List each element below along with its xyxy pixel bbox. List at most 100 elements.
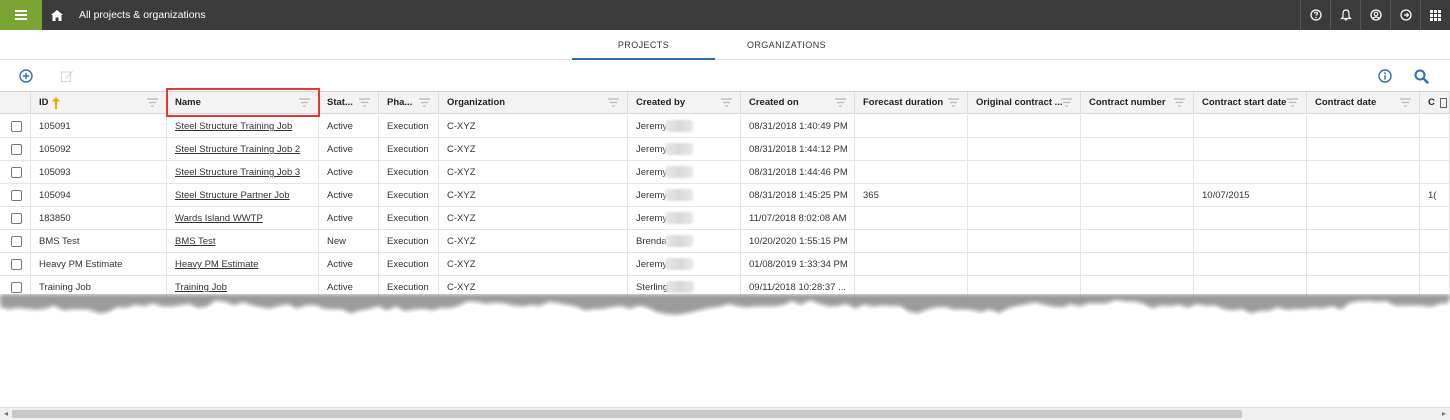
column-filter-icon[interactable] <box>948 98 959 108</box>
column-header-created-by[interactable]: Created by <box>628 92 741 114</box>
column-filter-icon[interactable] <box>1174 98 1185 108</box>
cell-more <box>1420 161 1450 184</box>
project-name-link[interactable]: BMS Test <box>175 236 215 247</box>
column-filter-icon[interactable] <box>721 98 732 108</box>
column-chooser-icon[interactable] <box>1440 98 1447 108</box>
redacted-surname <box>664 235 693 248</box>
column-header-contract-start-date[interactable]: Contract start date <box>1194 92 1307 114</box>
cell-organization: C-XYZ <box>439 230 628 253</box>
column-filter-icon[interactable] <box>608 98 619 108</box>
cell-forecast-duration <box>855 253 968 276</box>
row-checkbox[interactable] <box>11 213 22 224</box>
logout-button[interactable] <box>1390 0 1420 30</box>
user-profile-button[interactable] <box>1360 0 1390 30</box>
row-checkbox[interactable] <box>11 144 22 155</box>
column-filter-icon[interactable] <box>1061 98 1072 108</box>
cell-more <box>1420 115 1450 138</box>
column-header-organization[interactable]: Organization <box>439 92 628 114</box>
column-filter-icon[interactable] <box>835 98 846 108</box>
cell-id: 105092 <box>31 138 167 161</box>
column-header-label: Contract number <box>1089 97 1166 108</box>
cell-created-on: 08/31/2018 1:44:46 PM <box>741 161 855 184</box>
table-row[interactable]: 105091 Steel Structure Training Job Active… <box>0 115 1450 138</box>
row-checkbox[interactable] <box>11 236 22 247</box>
project-name-link[interactable]: Wards Island WWTP <box>175 213 263 224</box>
toolbar <box>0 61 1450 91</box>
project-name-link[interactable]: Training Job <box>175 282 227 293</box>
project-name-link[interactable]: Steel Structure Training Job 2 <box>175 144 300 155</box>
help-button[interactable] <box>1300 0 1330 30</box>
cell-status: Active <box>319 161 379 184</box>
sort-ascending-icon[interactable] <box>52 97 60 109</box>
torn-edge-decoration <box>0 294 1450 334</box>
cell-name: Steel Structure Training Job 2 <box>167 138 319 161</box>
column-header-contract-date[interactable]: Contract date <box>1307 92 1420 114</box>
cell-status: Active <box>319 138 379 161</box>
cell-id: 183850 <box>31 207 167 230</box>
row-checkbox[interactable] <box>11 121 22 132</box>
redacted-surname <box>665 189 694 202</box>
table-row[interactable]: 105094 Steel Structure Partner Job Active E… <box>0 184 1450 207</box>
column-filter-icon[interactable] <box>1287 98 1298 108</box>
column-header-more[interactable]: C <box>1420 92 1450 114</box>
redacted-surname <box>665 258 694 271</box>
column-filter-icon[interactable] <box>359 98 370 108</box>
table-row[interactable]: 105093 Steel Structure Training Job 3 Acti… <box>0 161 1450 184</box>
cell-forecast-duration <box>855 161 968 184</box>
creator-name: Jeremy <box>636 213 668 224</box>
scroll-right-arrow-icon[interactable]: ▸ <box>1439 409 1449 419</box>
notifications-button[interactable] <box>1330 0 1360 30</box>
apps-button[interactable] <box>1420 0 1450 30</box>
cell-contract-number <box>1081 230 1194 253</box>
hamburger-menu-button[interactable] <box>0 0 42 30</box>
page-title: All projects & organizations <box>79 9 206 21</box>
project-name-link[interactable]: Steel Structure Training Job 3 <box>175 167 300 178</box>
cell-id: 105091 <box>31 115 167 138</box>
cell-created-by: Jeremy <box>628 138 741 161</box>
scroll-left-arrow-icon[interactable]: ◂ <box>1 409 11 419</box>
column-filter-icon[interactable] <box>147 98 158 108</box>
column-filter-icon[interactable] <box>419 98 430 108</box>
table-row[interactable]: BMS Test BMS Test New Execution C-XYZ Brenda 1… <box>0 230 1450 253</box>
column-header-original-contract[interactable]: Original contract ... <box>968 92 1081 114</box>
edit-project-button[interactable] <box>58 67 76 85</box>
cell-created-on: 01/08/2019 1:33:34 PM <box>741 253 855 276</box>
cell-contract-number <box>1081 253 1194 276</box>
table-row[interactable]: 105092 Steel Structure Training Job 2 Acti… <box>0 138 1450 161</box>
search-icon <box>1414 69 1429 84</box>
column-header-created-on[interactable]: Created on <box>741 92 855 114</box>
scrollbar-thumb[interactable] <box>12 410 1242 418</box>
add-project-button[interactable] <box>17 67 35 85</box>
column-header-phase[interactable]: Pha... <box>379 92 439 114</box>
creator-name: Jeremy <box>636 121 668 132</box>
row-checkbox[interactable] <box>11 282 22 293</box>
user-icon <box>1369 9 1382 21</box>
project-name-link[interactable]: Heavy PM Estimate <box>175 259 258 270</box>
creator-name: Sterling <box>636 282 669 293</box>
column-header-forecast-duration[interactable]: Forecast duration <box>855 92 968 114</box>
table-row[interactable]: 183850 Wards Island WWTP Active Execution C-… <box>0 207 1450 230</box>
search-button[interactable] <box>1412 67 1430 85</box>
home-button[interactable] <box>42 0 72 30</box>
cell-contract-date <box>1307 115 1420 138</box>
cell-more <box>1420 230 1450 253</box>
table-row[interactable]: Heavy PM Estimate Heavy PM Estimate Active… <box>0 253 1450 276</box>
row-checkbox[interactable] <box>11 259 22 270</box>
row-checkbox[interactable] <box>11 167 22 178</box>
column-header-label: ID <box>39 97 49 108</box>
column-header-contract-number[interactable]: Contract number <box>1081 92 1194 114</box>
column-header-id[interactable]: ID <box>31 92 167 114</box>
column-filter-icon[interactable] <box>1400 98 1411 108</box>
info-button[interactable] <box>1376 67 1394 85</box>
tab-projects[interactable]: PROJECTS <box>572 30 715 60</box>
tab-organizations[interactable]: ORGANIZATIONS <box>715 30 858 60</box>
row-select-cell <box>0 253 31 276</box>
project-name-link[interactable]: Steel Structure Partner Job <box>175 190 290 201</box>
cell-more <box>1420 138 1450 161</box>
cell-original-contract <box>968 207 1081 230</box>
horizontal-scrollbar[interactable]: ◂ ▸ <box>0 407 1450 420</box>
row-checkbox[interactable] <box>11 190 22 201</box>
column-header-status[interactable]: Stat... <box>319 92 379 114</box>
project-name-link[interactable]: Steel Structure Training Job <box>175 121 292 132</box>
cell-contract-start-date: 10/07/2015 <box>1194 184 1307 207</box>
